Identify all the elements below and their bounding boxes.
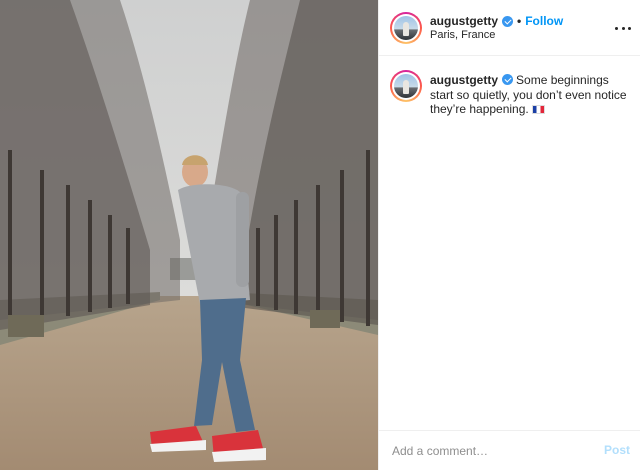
- post-header: augustgetty • Follow Paris, France: [379, 0, 640, 56]
- caption-username-link[interactable]: augustgetty: [430, 73, 498, 87]
- post-side-panel: augustgetty • Follow Paris, France augus…: [378, 0, 640, 470]
- verified-badge-icon: [502, 15, 514, 27]
- post-comment-button[interactable]: Post: [604, 443, 630, 457]
- photo-scene: [0, 0, 378, 470]
- verified-badge-icon: [502, 74, 514, 85]
- location-link[interactable]: Paris, France: [430, 29, 495, 41]
- separator-dot: •: [517, 14, 522, 28]
- caption-text-block: augustgetty Some beginnings start so quie…: [430, 73, 635, 117]
- username-link[interactable]: augustgetty: [430, 14, 498, 28]
- user-avatar[interactable]: [390, 12, 422, 44]
- comment-bar: Post: [379, 430, 640, 470]
- comment-input[interactable]: [392, 444, 592, 458]
- more-options-icon[interactable]: [615, 20, 631, 36]
- france-flag-icon: [531, 105, 545, 114]
- header-user-row: augustgetty • Follow: [430, 14, 563, 28]
- post-photo[interactable]: [0, 0, 378, 470]
- caption-avatar[interactable]: [390, 70, 422, 102]
- follow-button[interactable]: Follow: [525, 14, 563, 28]
